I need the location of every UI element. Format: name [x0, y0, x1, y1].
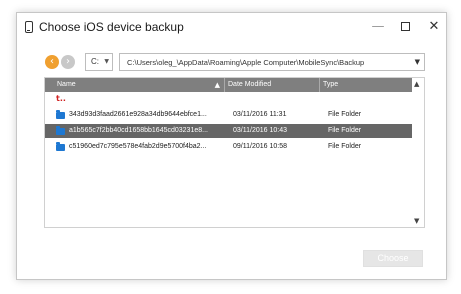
folder-icon	[56, 142, 65, 151]
parent-folder-icon: t..	[56, 94, 66, 103]
column-header-name[interactable]: Name ▲	[45, 78, 225, 92]
window-title: Choose iOS device backup	[39, 20, 184, 34]
row-name: a1b565c7f2bb40cd1658bb1645cd03231e8...	[69, 127, 208, 134]
row-date: 03/11/2016 11:31	[233, 111, 287, 118]
row-type: File Folder	[328, 111, 362, 118]
file-list[interactable]: Name ▲ Date Modified Type t.. 343d93d3fa…	[44, 77, 425, 228]
maximize-button[interactable]	[392, 13, 420, 41]
maximize-icon	[401, 22, 410, 31]
sort-ascending-icon: ▲	[214, 81, 220, 89]
choose-button[interactable]: Choose	[363, 250, 423, 267]
dialog-window: Choose iOS device backup — ✕ ‹ › C: ▼ C:…	[16, 12, 447, 280]
scroll-down-icon[interactable]: ▼	[414, 217, 419, 225]
table-row[interactable]: c51960ed7c795e578e4fab2d9e5700f4ba2... 0…	[45, 140, 413, 154]
row-date: 03/11/2016 10:43	[233, 127, 287, 134]
scroll-up-icon[interactable]: ▲	[414, 80, 419, 88]
back-button[interactable]: ‹	[45, 55, 59, 69]
row-date: 09/11/2016 10:58	[233, 143, 287, 150]
row-name: c51960ed7c795e578e4fab2d9e5700f4ba2...	[69, 143, 207, 150]
drive-value: C:	[91, 57, 99, 66]
column-header-date[interactable]: Date Modified	[225, 78, 320, 92]
vertical-scrollbar[interactable]: ▲ ▼	[412, 78, 424, 227]
column-header-type[interactable]: Type	[320, 78, 413, 92]
minimize-button[interactable]: —	[364, 13, 392, 41]
table-row-selected[interactable]: a1b565c7f2bb40cd1658bb1645cd03231e8... 0…	[45, 124, 413, 138]
close-button[interactable]: ✕	[420, 13, 448, 41]
forward-button[interactable]: ›	[61, 55, 75, 69]
row-name: 343d93d3faad2661e928a34db9644ebfce1...	[69, 111, 207, 118]
parent-folder-row[interactable]: t..	[45, 92, 413, 106]
path-value: C:\Users\oleg_\AppData\Roaming\Apple Com…	[127, 58, 365, 67]
drive-select[interactable]: C: ▼	[85, 53, 113, 71]
path-combobox[interactable]: C:\Users\oleg_\AppData\Roaming\Apple Com…	[119, 53, 425, 71]
folder-icon	[56, 110, 65, 119]
chevron-down-icon: ▼	[104, 58, 109, 65]
column-header-date-label: Date Modified	[228, 81, 272, 88]
folder-icon	[56, 126, 65, 135]
row-type: File Folder	[328, 127, 362, 134]
column-header-type-label: Type	[323, 81, 339, 88]
table-row[interactable]: 343d93d3faad2661e928a34db9644ebfce1... 0…	[45, 108, 413, 122]
phone-icon	[25, 21, 33, 33]
column-header-name-label: Name	[57, 81, 76, 88]
row-type: File Folder	[328, 143, 362, 150]
title-bar[interactable]: Choose iOS device backup — ✕	[17, 13, 446, 41]
list-header: Name ▲ Date Modified Type	[45, 78, 413, 92]
chevron-down-icon[interactable]: ▼	[415, 58, 420, 66]
